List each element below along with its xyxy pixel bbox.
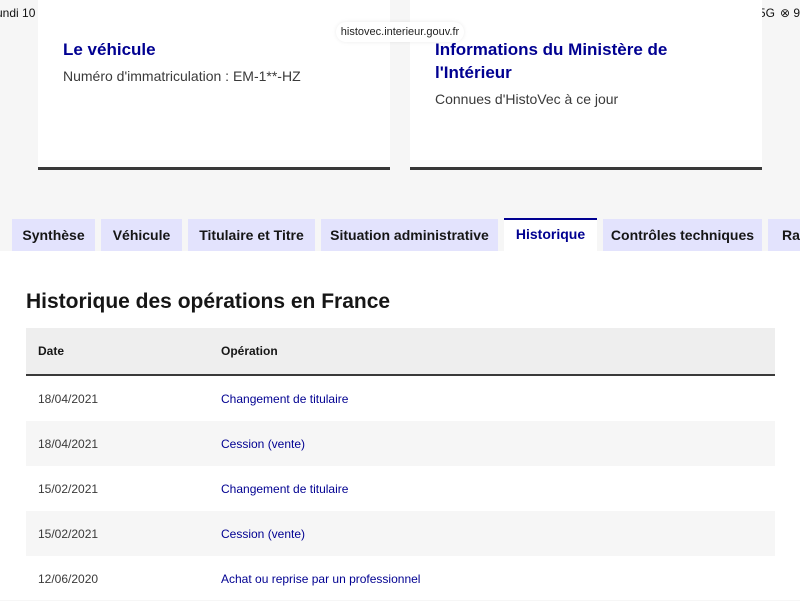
tab-list: Synthèse Véhicule Titulaire et Titre Sit…	[0, 218, 800, 252]
table-row: 18/04/2021 Cession (vente)	[26, 421, 775, 466]
history-panel: Historique des opérations en France Date…	[0, 251, 800, 600]
table-row: 18/04/2021 Changement de titulaire	[26, 376, 775, 421]
status-extra: ⊗ 9	[779, 6, 800, 20]
row-operation-link[interactable]: Cession (vente)	[221, 527, 305, 541]
column-header-date: Date	[38, 344, 65, 358]
row-date: 18/04/2021	[38, 437, 99, 451]
tab-titulaire-titre[interactable]: Titulaire et Titre	[188, 219, 315, 251]
tab-vehicule[interactable]: Véhicule	[101, 219, 182, 251]
ministry-card-title: Informations du Ministère de l'Intérieur	[435, 40, 668, 82]
tab-rapport[interactable]: Rap	[768, 219, 800, 251]
row-date: 15/02/2021	[38, 527, 99, 541]
history-table: Date Opération 18/04/2021 Changement de …	[26, 328, 775, 601]
tab-synthese[interactable]: Synthèse	[12, 219, 95, 251]
row-date: 15/02/2021	[38, 482, 99, 496]
ministry-card: Informations du Ministère de l'Intérieur…	[410, 0, 762, 170]
table-row: 15/02/2021 Changement de titulaire	[26, 466, 775, 511]
row-date: 12/06/2020	[38, 572, 99, 586]
row-operation-link[interactable]: Changement de titulaire	[221, 482, 348, 496]
table-row: 12/06/2020 Achat ou reprise par un profe…	[26, 556, 775, 601]
tab-historique[interactable]: Historique	[504, 218, 597, 251]
vehicle-card-text: Numéro d'immatriculation : EM-1**-HZ	[63, 68, 301, 84]
row-operation-link[interactable]: Achat ou reprise par un professionnel	[221, 572, 420, 586]
table-header: Date Opération	[26, 328, 775, 376]
row-operation-link[interactable]: Cession (vente)	[221, 437, 305, 451]
column-header-operation: Opération	[221, 344, 278, 358]
section-title: Historique des opérations en France	[26, 290, 391, 313]
table-row: 15/02/2021 Cession (vente)	[26, 511, 775, 556]
ministry-card-text: Connues d'HistoVec à ce jour	[435, 91, 619, 107]
row-date: 18/04/2021	[38, 392, 99, 406]
url-bar[interactable]: histovec.interieur.gouv.fr	[336, 22, 464, 42]
vehicle-card-title: Le véhicule	[63, 40, 156, 59]
row-operation-link[interactable]: Changement de titulaire	[221, 392, 348, 406]
tab-situation-administrative[interactable]: Situation administrative	[321, 219, 498, 251]
tab-controles-techniques[interactable]: Contrôles techniques	[603, 219, 762, 251]
